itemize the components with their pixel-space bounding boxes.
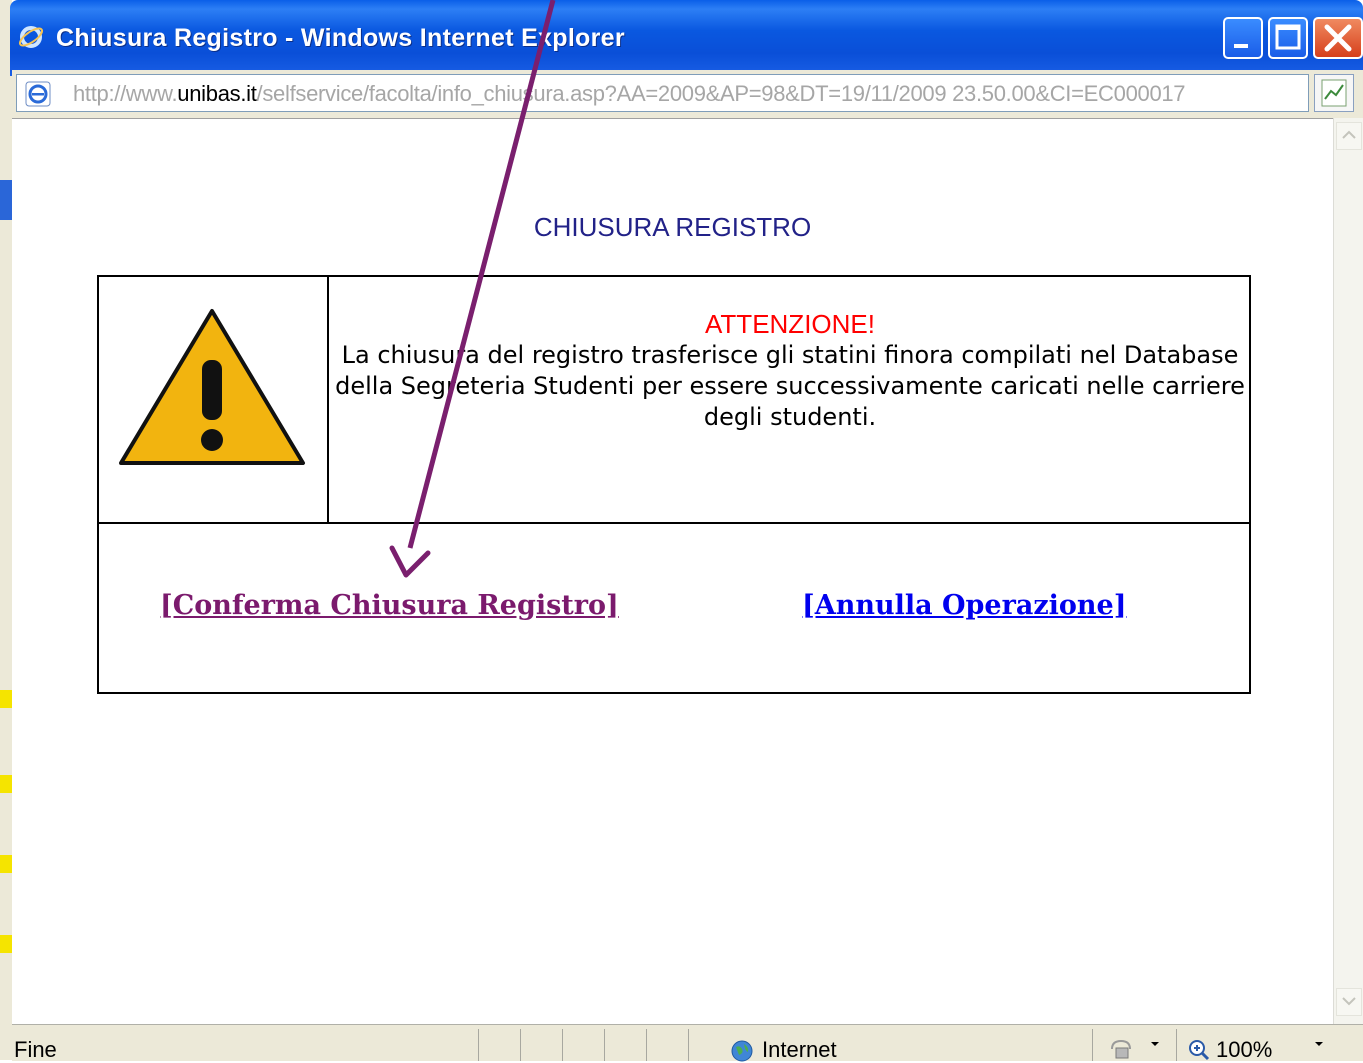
status-divider (478, 1029, 479, 1061)
chevron-down-icon[interactable] (1312, 1037, 1326, 1051)
notice-title: ATTENZIONE! (705, 309, 875, 339)
table-divider (99, 522, 1249, 524)
address-url: http://www.unibas.it/selfservice/facolta… (73, 81, 1186, 107)
status-divider (1176, 1029, 1177, 1061)
vertical-scrollbar[interactable] (1333, 118, 1363, 1024)
status-divider (604, 1029, 605, 1061)
status-divider (646, 1029, 647, 1061)
status-divider (520, 1029, 521, 1061)
status-bar: Fine Internet 100% (12, 1024, 1363, 1063)
warning-icon (119, 309, 305, 465)
notice-body: La chiusura del registro trasferisce gli… (335, 341, 1245, 431)
protected-mode-icon[interactable] (1108, 1037, 1134, 1061)
minimize-icon (1234, 44, 1248, 48)
globe-icon (731, 1040, 753, 1062)
zoom-level[interactable]: 100% (1216, 1037, 1272, 1063)
page-title: CHIUSURA REGISTRO (533, 212, 812, 242)
rss-feed-icon (1321, 79, 1347, 107)
security-zone-label: Internet (762, 1037, 837, 1062)
scroll-down-button[interactable] (1336, 988, 1362, 1016)
table-divider (327, 277, 329, 522)
status-divider (1092, 1029, 1093, 1061)
chevron-down-icon[interactable] (1148, 1037, 1162, 1051)
address-bar: http://www.unibas.it/selfservice/facolta… (12, 70, 1363, 119)
zoom-icon (1189, 1040, 1210, 1061)
maximize-icon (1275, 24, 1301, 50)
rss-feed-button[interactable] (1314, 74, 1354, 112)
background-window-highlight (0, 690, 12, 708)
status-text: Fine (14, 1037, 57, 1062)
url-path: /selfservice/facolta/info_chiusura.asp?A… (256, 81, 1186, 106)
address-field[interactable]: http://www.unibas.it/selfservice/facolta… (16, 74, 1309, 112)
close-icon (1324, 24, 1352, 52)
scroll-up-button[interactable] (1336, 122, 1362, 150)
chevron-down-icon (1342, 997, 1356, 1006)
notice-table: ATTENZIONE! La chiusura del registro tra… (97, 275, 1251, 694)
window-title: Chiusura Registro - Windows Internet Exp… (56, 24, 625, 52)
status-divider (688, 1029, 689, 1061)
background-window-highlight (0, 855, 12, 873)
confirm-close-register-link[interactable]: [Conferma Chiusura Registro] (160, 590, 619, 621)
background-window-strip (0, 0, 12, 1060)
notice-message: ATTENZIONE! La chiusura del registro tra… (331, 309, 1249, 433)
page-icon (25, 81, 51, 107)
maximize-button[interactable] (1268, 17, 1308, 59)
minimize-button[interactable] (1223, 17, 1263, 59)
close-button[interactable] (1313, 17, 1363, 59)
background-window-highlight (0, 775, 12, 793)
url-prefix: http://www. (73, 81, 178, 106)
background-window-highlight (0, 935, 12, 953)
ie-logo-icon (18, 26, 44, 48)
status-divider (562, 1029, 563, 1061)
window-titlebar[interactable]: Chiusura Registro - Windows Internet Exp… (10, 0, 1363, 76)
url-host: unibas.it (177, 81, 257, 106)
chevron-up-icon (1342, 130, 1356, 139)
cancel-operation-link[interactable]: [Annulla Operazione] (802, 590, 1127, 621)
